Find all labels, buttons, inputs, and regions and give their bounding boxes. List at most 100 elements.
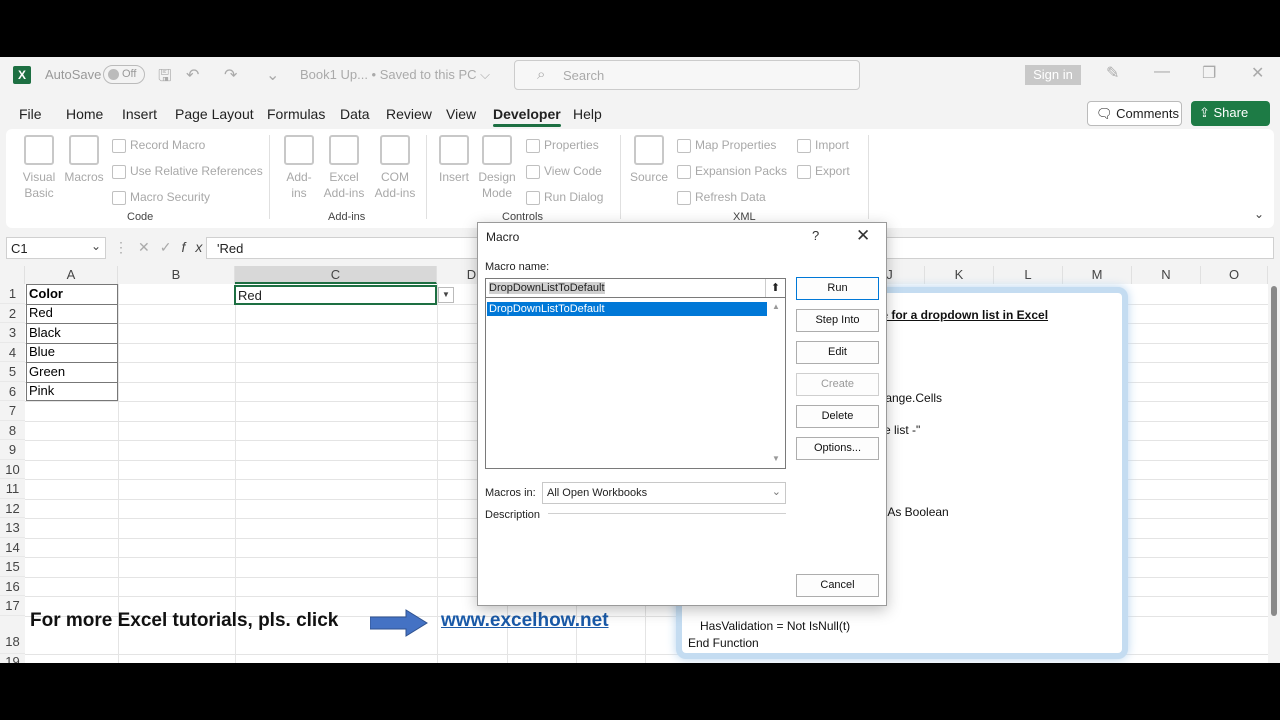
tab-home[interactable]: Home — [66, 106, 103, 122]
cell-a2[interactable]: Red — [26, 305, 53, 320]
tab-insert[interactable]: Insert — [122, 106, 157, 122]
step-into-button[interactable]: Step Into — [796, 309, 879, 332]
row-header-4[interactable]: 4 — [0, 343, 25, 362]
options-button[interactable]: Options... — [796, 437, 879, 460]
tab-formulas[interactable]: Formulas — [267, 106, 325, 122]
cell-a5[interactable]: Green — [26, 364, 65, 379]
scroll-down-icon[interactable]: ▼ — [772, 454, 780, 463]
row-header-2[interactable]: 2 — [0, 304, 25, 323]
row-header-11[interactable]: 11 — [0, 479, 25, 499]
expansion-packs-button[interactable]: Expansion Packs — [677, 164, 787, 179]
edit-button[interactable]: Edit — [796, 341, 879, 364]
website-link[interactable]: www.excelhow.net — [441, 610, 609, 632]
restore-icon[interactable]: ❐ — [1202, 63, 1216, 83]
collapse-ribbon-icon[interactable]: ⌄ — [1254, 207, 1264, 221]
row-header-15[interactable]: 15 — [0, 557, 25, 577]
cell-a3[interactable]: Black — [26, 325, 61, 340]
macro-name-input[interactable]: DropDownListToDefault ⬆ — [485, 278, 786, 298]
visual-basic-button[interactable]: Visual Basic — [20, 135, 58, 201]
column-header-n[interactable]: N — [1132, 266, 1201, 284]
source-button[interactable]: Source — [630, 135, 668, 185]
tab-page-layout[interactable]: Page Layout — [175, 106, 254, 122]
cell-a6[interactable]: Pink — [26, 383, 54, 398]
column-header-l[interactable]: L — [994, 266, 1063, 284]
row-header-9[interactable]: 9 — [0, 440, 25, 460]
map-properties-button[interactable]: Map Properties — [677, 138, 776, 153]
select-all-corner[interactable] — [0, 266, 25, 284]
design-mode-button[interactable]: Design Mode — [476, 135, 518, 201]
insert-control-button[interactable]: Insert — [436, 135, 472, 185]
name-box[interactable]: C1 ⌄ — [6, 237, 106, 259]
run-dialog-button[interactable]: Run Dialog — [526, 190, 603, 205]
close-icon[interactable]: ✕ — [856, 226, 870, 246]
row-header-19[interactable]: 19 — [0, 654, 25, 663]
minimize-icon[interactable]: — — [1154, 63, 1170, 81]
row-header-8[interactable]: 8 — [0, 421, 25, 440]
properties-button[interactable]: Properties — [526, 138, 599, 153]
com-addins-button[interactable]: COM Add-ins — [372, 135, 418, 201]
row-header-18[interactable]: 18 — [0, 616, 25, 654]
cancel-entry-icon[interactable]: ✕ — [138, 239, 160, 255]
use-relative-references-button[interactable]: Use Relative References — [112, 164, 263, 179]
search-input[interactable]: ⌕ Search — [514, 60, 860, 90]
tab-help[interactable]: Help — [573, 106, 602, 122]
enter-icon[interactable]: ✓ — [160, 239, 182, 255]
tab-view[interactable]: View — [446, 106, 476, 122]
sign-in-button[interactable]: Sign in — [1025, 65, 1081, 85]
pen-icon[interactable]: ✎ — [1106, 63, 1119, 83]
macro-security-button[interactable]: Macro Security — [112, 190, 210, 205]
customize-toolbar-icon[interactable]: ⌄ — [266, 65, 279, 85]
export-button[interactable]: Export — [797, 164, 850, 179]
row-header-1[interactable]: 1 — [0, 284, 25, 304]
addins-button[interactable]: Add- ins — [282, 135, 316, 201]
close-window-icon[interactable]: ✕ — [1251, 63, 1264, 83]
row-header-17[interactable]: 17 — [0, 596, 25, 616]
row-header-16[interactable]: 16 — [0, 577, 25, 596]
row-header-10[interactable]: 10 — [0, 460, 25, 479]
column-header-k[interactable]: K — [925, 266, 994, 284]
tab-developer[interactable]: Developer — [493, 106, 561, 127]
autosave-toggle[interactable]: Off — [103, 65, 145, 84]
macro-list[interactable]: DropDownListToDefault ▲ ▼ — [485, 297, 786, 469]
column-header-o[interactable]: O — [1201, 266, 1268, 284]
column-header-m[interactable]: M — [1063, 266, 1132, 284]
undo-icon[interactable]: ↶ — [186, 65, 199, 85]
row-header-12[interactable]: 12 — [0, 499, 25, 518]
row-header-7[interactable]: 7 — [0, 401, 25, 421]
run-button[interactable]: Run — [796, 277, 879, 300]
refresh-data-button[interactable]: Refresh Data — [677, 190, 766, 205]
row-header-14[interactable]: 14 — [0, 538, 25, 557]
tab-review[interactable]: Review — [386, 106, 432, 122]
excel-addins-button[interactable]: Excel Add-ins — [320, 135, 368, 201]
row-header-13[interactable]: 13 — [0, 518, 25, 538]
save-icon[interactable]: 🖫 — [158, 65, 172, 92]
import-button[interactable]: Import — [797, 138, 849, 153]
record-macro-button[interactable]: Record Macro — [112, 138, 205, 153]
list-item[interactable]: DropDownListToDefault — [487, 302, 767, 316]
comments-button[interactable]: 🗨 Comments — [1087, 101, 1182, 126]
arrow-up-icon[interactable]: ⬆ — [765, 279, 785, 297]
column-header-b[interactable]: B — [118, 266, 235, 284]
redo-icon[interactable]: ↷ — [224, 65, 237, 85]
cancel-button[interactable]: Cancel — [796, 574, 879, 597]
document-title[interactable]: Book1 Up... • Saved to this PC ⌵ — [300, 67, 490, 83]
vertical-scrollbar[interactable] — [1268, 266, 1280, 663]
scroll-up-icon[interactable]: ▲ — [772, 302, 780, 311]
tab-file[interactable]: File — [19, 106, 42, 122]
cell-c1-selected[interactable]: Red — [234, 285, 437, 305]
dropdown-arrow-icon[interactable]: ▼ — [438, 287, 454, 303]
scrollbar-thumb[interactable] — [1271, 286, 1277, 616]
row-header-3[interactable]: 3 — [0, 323, 25, 343]
row-header-5[interactable]: 5 — [0, 362, 25, 382]
view-code-button[interactable]: View Code — [526, 164, 602, 179]
list-scrollbar[interactable]: ▲ ▼ — [768, 298, 785, 468]
cell-a4[interactable]: Blue — [26, 344, 55, 359]
cell-a1[interactable]: Color — [26, 286, 63, 301]
delete-button[interactable]: Delete — [796, 405, 879, 428]
macros-button[interactable]: Macros — [62, 135, 106, 185]
row-header-6[interactable]: 6 — [0, 382, 25, 401]
share-button[interactable]: ⇪ Share — [1191, 101, 1270, 126]
column-header-c[interactable]: C — [235, 266, 437, 284]
create-button[interactable]: Create — [796, 373, 879, 396]
column-header-a[interactable]: A — [25, 266, 118, 284]
